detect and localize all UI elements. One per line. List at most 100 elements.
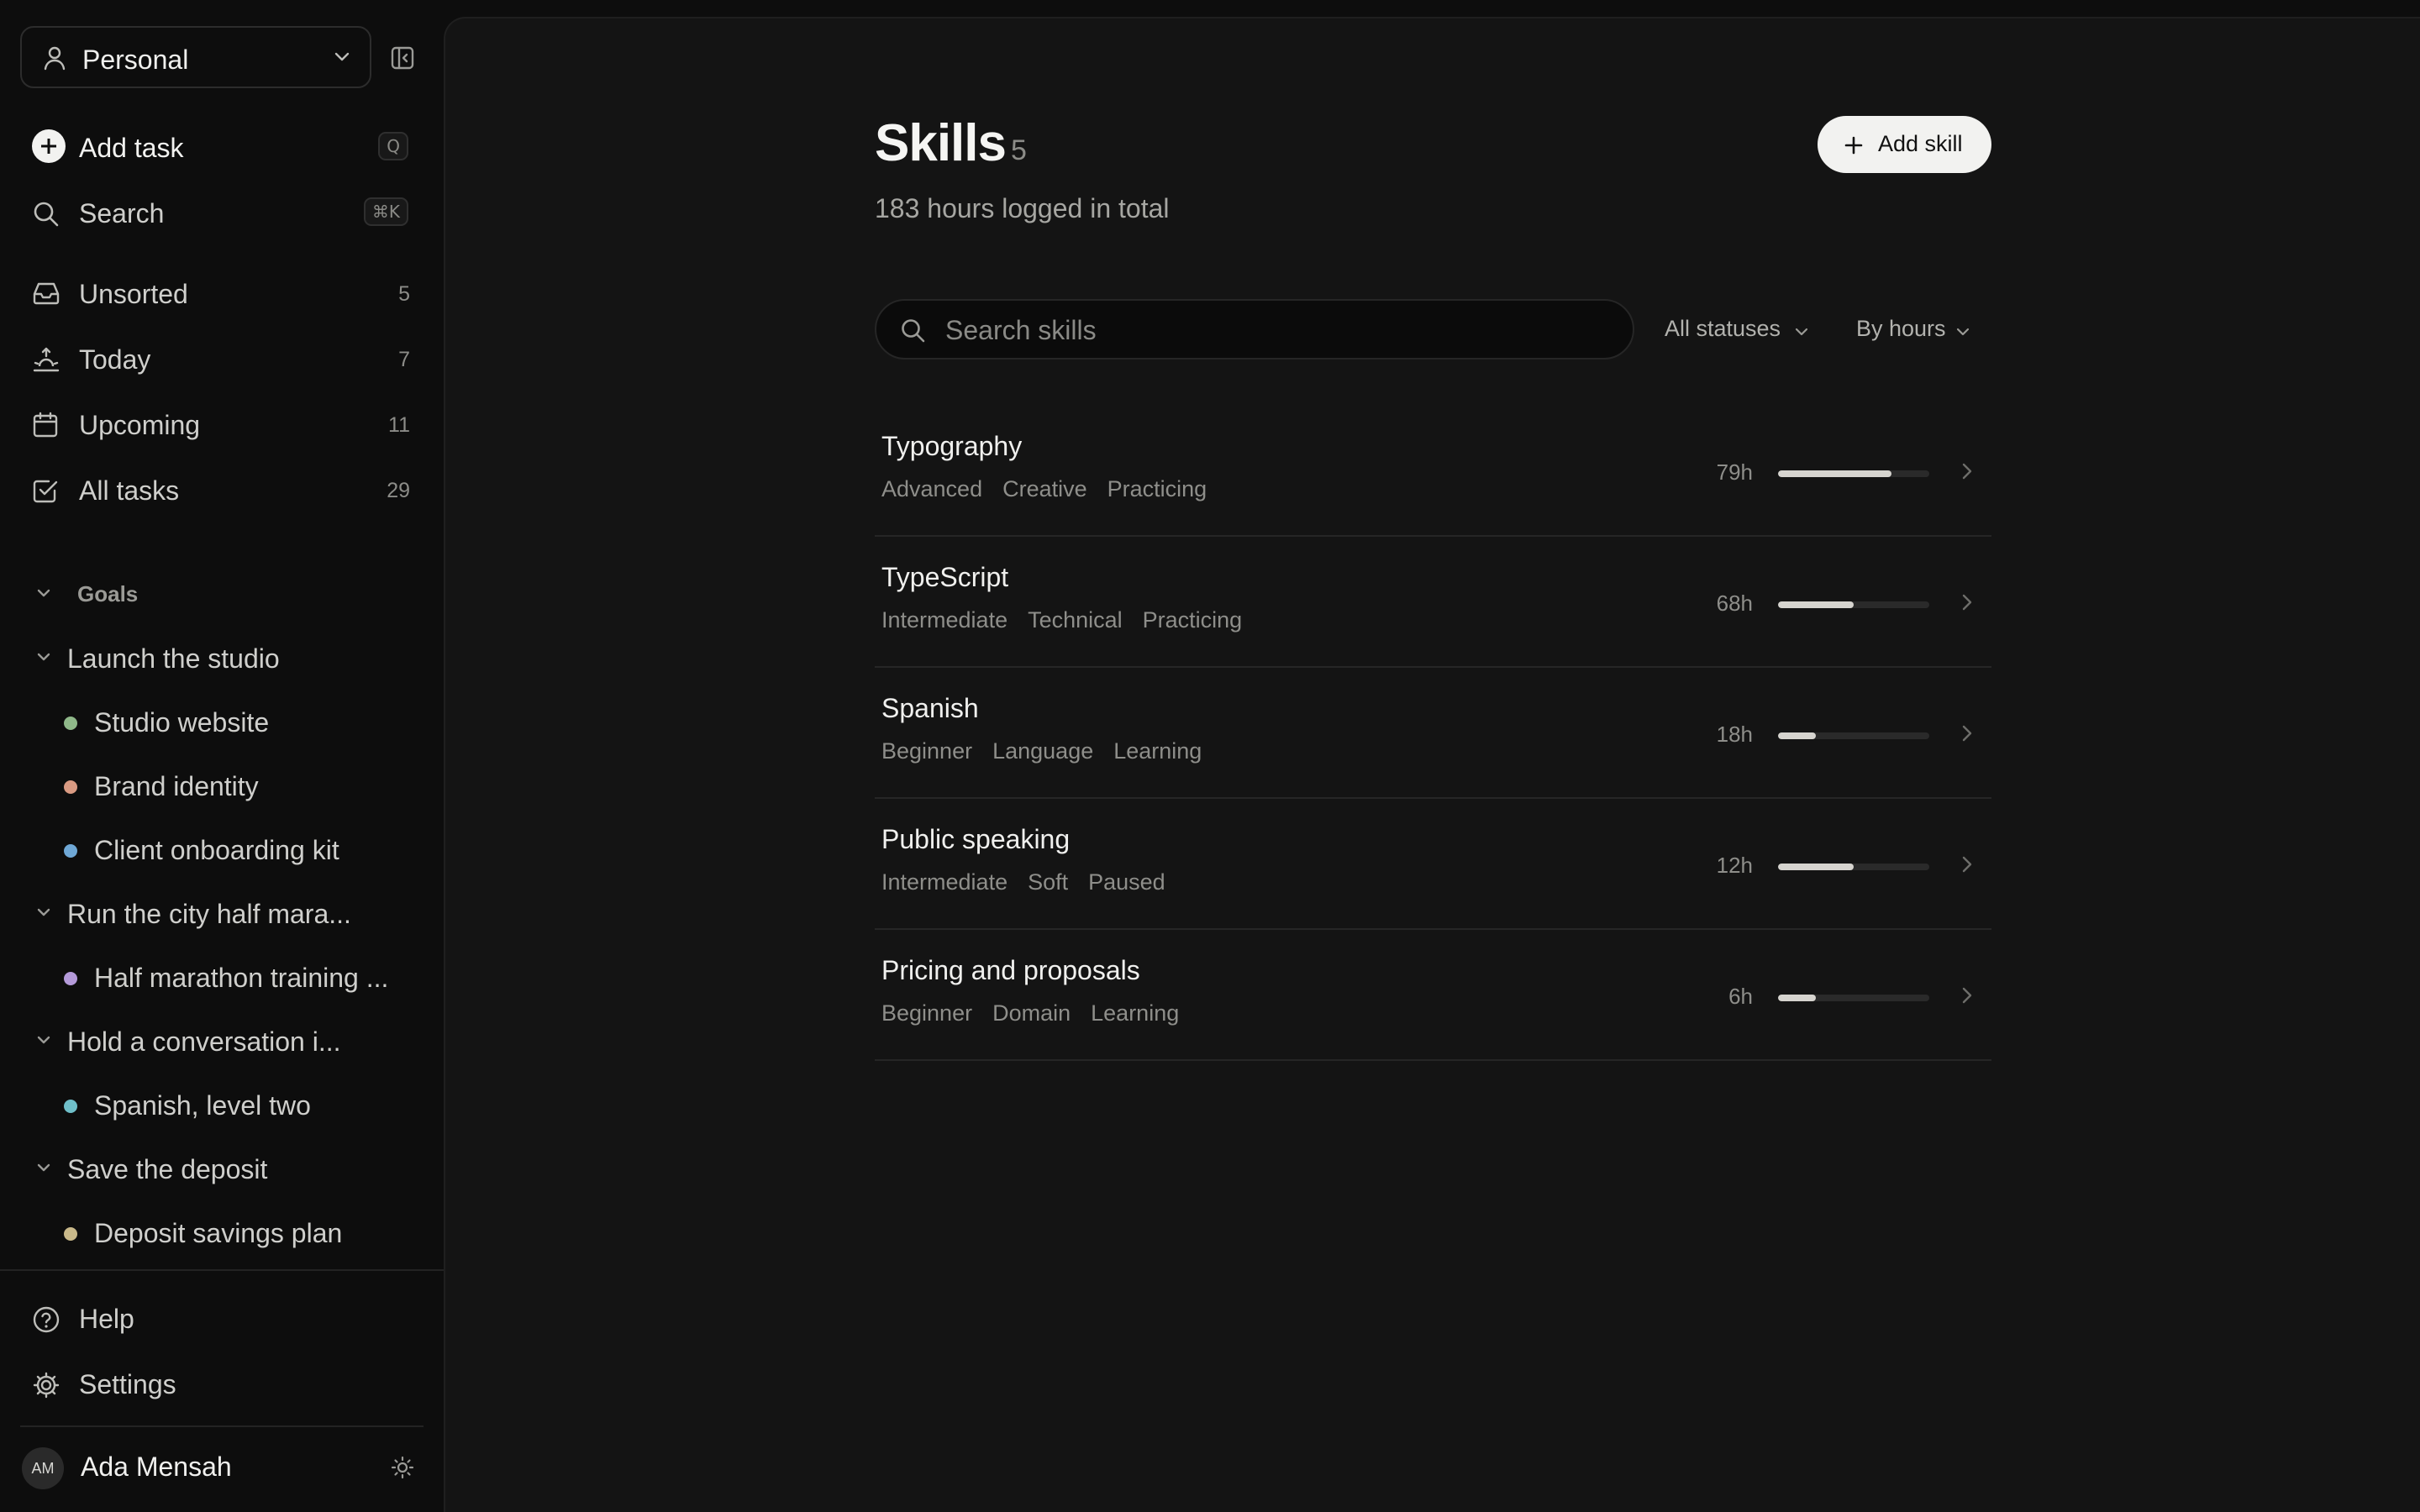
skill-category-tag: Domain xyxy=(992,1000,1071,1026)
skill-row[interactable]: TypeScript Intermediate Technical Practi… xyxy=(875,537,1991,668)
skill-hours: 79h xyxy=(1716,459,1753,485)
nav-item-label: Upcoming xyxy=(79,410,201,440)
goal-label: Save the deposit xyxy=(67,1154,268,1184)
goals-section-toggle[interactable]: Goals xyxy=(0,571,444,615)
search-icon xyxy=(32,200,60,228)
sidebar-toggle-icon[interactable] xyxy=(390,45,415,71)
skill-hours: 18h xyxy=(1716,722,1753,747)
skill-category-tag: Technical xyxy=(1028,607,1123,633)
chevron-right-icon xyxy=(1959,853,1975,875)
status-filter-label: All statuses xyxy=(1665,316,1781,341)
plus-circle-icon xyxy=(32,129,66,163)
goal-save-the-deposit[interactable]: Save the deposit xyxy=(0,1144,444,1191)
skill-status-tag: Learning xyxy=(1091,1000,1180,1026)
hours-summary: 183 hours logged in total xyxy=(875,193,1170,223)
help-label: Help xyxy=(79,1304,134,1334)
skill-hours: 12h xyxy=(1716,853,1753,878)
chevron-right-icon xyxy=(1959,591,1975,613)
goal-label: Hold a conversation i... xyxy=(67,1026,341,1057)
skill-name: Typography xyxy=(881,431,1023,461)
project-studio-website[interactable]: Studio website xyxy=(0,697,444,744)
skill-progress-bar xyxy=(1778,995,1929,1001)
project-color-dot xyxy=(64,780,77,794)
goal-hold-conversation[interactable]: Hold a conversation i... xyxy=(0,1016,444,1063)
sort-dropdown[interactable]: By hours xyxy=(1856,311,1977,348)
add-skill-label: Add skill xyxy=(1878,131,1963,156)
project-color-dot xyxy=(64,972,77,985)
skill-progress-bar xyxy=(1778,732,1929,739)
add-task-shortcut: Q xyxy=(378,132,408,160)
check-square-icon xyxy=(32,477,59,504)
chevron-right-icon xyxy=(1959,722,1975,744)
avatar[interactable]: AM xyxy=(22,1447,64,1489)
skill-progress-fill xyxy=(1778,864,1854,870)
chevron-down-icon xyxy=(1794,324,1809,339)
skill-progress-bar xyxy=(1778,601,1929,608)
nav-item-count: 7 xyxy=(398,348,410,371)
sidebar: Personal Add task Q Search ⌘K Unsorted 5… xyxy=(0,0,444,1512)
skill-level-tag: Beginner xyxy=(881,1000,973,1026)
project-deposit-savings-plan[interactable]: Deposit savings plan xyxy=(0,1208,444,1255)
chevron-down-icon xyxy=(35,904,52,921)
skill-row[interactable]: Public speaking Intermediate Soft Paused… xyxy=(875,799,1991,930)
goal-run-half-marathon[interactable]: Run the city half mara... xyxy=(0,889,444,936)
skill-status-tag: Practicing xyxy=(1107,476,1207,501)
workspace-switcher[interactable]: Personal xyxy=(20,26,371,88)
nav-item-all-tasks[interactable]: All tasks 29 xyxy=(0,465,444,512)
skill-progress-fill xyxy=(1778,995,1816,1001)
goal-label: Launch the studio xyxy=(67,643,280,674)
sort-label: By hours xyxy=(1856,316,1946,341)
skill-name: Public speaking xyxy=(881,824,1071,854)
nav-item-unsorted[interactable]: Unsorted 5 xyxy=(0,269,444,316)
add-task-button[interactable]: Add task Q xyxy=(0,123,444,170)
user-name[interactable]: Ada Mensah xyxy=(81,1452,232,1483)
skill-name: TypeScript xyxy=(881,562,1009,592)
project-client-onboarding-kit[interactable]: Client onboarding kit xyxy=(0,825,444,872)
project-color-dot xyxy=(64,1227,77,1241)
skill-row[interactable]: Typography Advanced Creative Practicing … xyxy=(875,406,1991,537)
inbox-icon xyxy=(32,281,60,306)
skill-status-tag: Practicing xyxy=(1142,607,1243,633)
goal-label: Run the city half mara... xyxy=(67,899,351,929)
project-color-dot xyxy=(64,1100,77,1113)
skill-tags: Beginner Domain Learning xyxy=(881,1000,1179,1026)
project-half-marathon-training[interactable]: Half marathon training ... xyxy=(0,953,444,1000)
skills-count: 5 xyxy=(1011,134,1027,166)
skill-category-tag: Soft xyxy=(1028,869,1069,895)
skill-status-tag: Learning xyxy=(1113,738,1202,764)
add-skill-button[interactable]: Add skill xyxy=(1818,116,1991,173)
skill-progress-bar xyxy=(1778,864,1929,870)
settings-button[interactable]: Settings xyxy=(0,1359,444,1406)
sunrise-icon xyxy=(32,346,60,375)
skill-name: Spanish xyxy=(881,693,979,723)
help-circle-icon xyxy=(32,1305,60,1334)
skill-tags: Intermediate Technical Practicing xyxy=(881,607,1242,633)
skill-row[interactable]: Spanish Beginner Language Learning 18h xyxy=(875,668,1991,799)
search-shortcut: ⌘K xyxy=(363,197,408,226)
sidebar-divider xyxy=(20,1425,424,1427)
skill-tags: Intermediate Soft Paused xyxy=(881,869,1165,895)
skills-search[interactable] xyxy=(875,299,1634,360)
person-icon xyxy=(42,45,67,71)
chevron-down-icon xyxy=(35,1032,52,1048)
status-filter-dropdown[interactable]: All statuses xyxy=(1665,311,1812,348)
skill-progress-fill xyxy=(1778,601,1854,608)
project-spanish-level-two[interactable]: Spanish, level two xyxy=(0,1080,444,1127)
skill-tags: Beginner Language Learning xyxy=(881,738,1202,764)
project-label: Brand identity xyxy=(94,771,259,801)
chevron-down-icon xyxy=(35,648,52,665)
search-button[interactable]: Search ⌘K xyxy=(0,188,444,235)
project-brand-identity[interactable]: Brand identity xyxy=(0,761,444,808)
skill-row[interactable]: Pricing and proposals Beginner Domain Le… xyxy=(875,930,1991,1061)
skill-progress-bar xyxy=(1778,470,1929,477)
search-skills-input[interactable] xyxy=(944,312,1602,348)
skill-name: Pricing and proposals xyxy=(881,955,1140,985)
project-label: Deposit savings plan xyxy=(94,1218,343,1248)
nav-item-label: Today xyxy=(79,344,151,375)
goal-launch-the-studio[interactable]: Launch the studio xyxy=(0,633,444,680)
nav-item-upcoming[interactable]: Upcoming 11 xyxy=(0,400,444,447)
sun-icon[interactable] xyxy=(390,1455,415,1480)
skill-category-tag: Creative xyxy=(1002,476,1087,501)
help-button[interactable]: Help xyxy=(0,1294,444,1341)
nav-item-today[interactable]: Today 7 xyxy=(0,334,444,381)
